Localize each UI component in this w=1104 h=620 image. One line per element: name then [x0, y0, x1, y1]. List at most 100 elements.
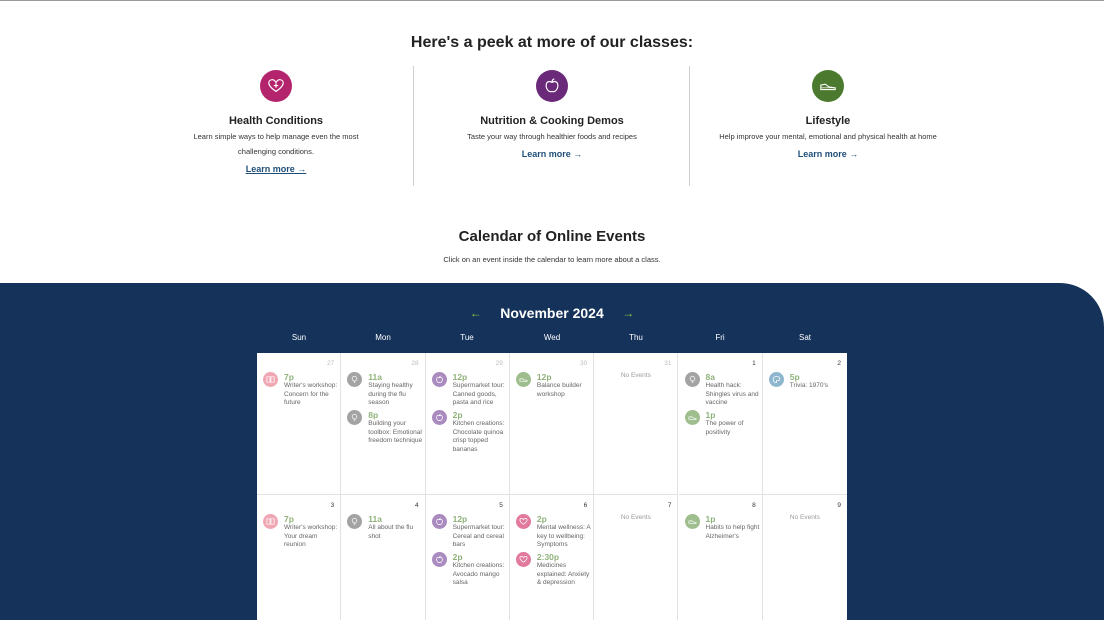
calendar-event[interactable]: 8a Health hack: Shingles virus and vaccin…	[684, 372, 761, 408]
apple-icon	[536, 70, 568, 102]
event-time: 1p	[705, 410, 716, 420]
event-time: 12p	[452, 372, 468, 382]
classes-heading: Here's a peek at more of our classes:	[410, 34, 694, 51]
calendar-event[interactable]: 2p Kitchen creations: Avocado mango salsa	[431, 552, 508, 588]
calendar-day-cell: 9 No Events	[763, 495, 847, 620]
calendar-day-cell: 7 No Events	[594, 495, 679, 620]
calendar-event[interactable]: 5p Trivia: 1970's	[768, 372, 845, 391]
calendar-day-cell: 1 8a Health hack: Shingles virus and vacci…	[678, 353, 763, 495]
calendar-event[interactable]: 1p Habits to help fight Alzheimer's	[684, 514, 761, 541]
event-title: Health hack: Shingles virus and vaccine	[705, 382, 759, 406]
weekday-sun: Sun	[291, 333, 307, 342]
prev-month-arrow-icon[interactable]: ←	[470, 306, 482, 320]
day-number: 1	[752, 360, 756, 367]
event-title: Writer's workshop: Your dream reunion	[284, 524, 338, 548]
apple-icon	[431, 514, 447, 529]
learn-more-link[interactable]: Learn more →	[522, 149, 583, 159]
calendar-day-cell: 6 2p Mental wellness: A key to wellbeing: …	[510, 495, 595, 620]
card-title: Health Conditions	[228, 115, 324, 127]
event-title: Kitchen creations: Avocado mango salsa	[452, 562, 505, 586]
event-title: Balance builder workshop	[536, 382, 582, 398]
event-time: 8p	[368, 410, 379, 420]
heart-icon	[515, 514, 531, 529]
event-time: 2p	[452, 552, 463, 562]
calendar-day-cell: 5 12p Supermarket tour: Cereal and cereal …	[426, 495, 510, 620]
calendar-day-cell: 30 12p Balance builder workshop	[509, 353, 595, 495]
event-title: Mental wellness: A key to wellbeing: Sym…	[536, 524, 591, 548]
event-time: 1p	[705, 514, 716, 524]
calendar-event[interactable]: 12p Supermarket tour: Canned goods, pasta…	[431, 372, 508, 408]
day-number: 8	[752, 502, 756, 509]
event-time: 12p	[452, 514, 468, 524]
calendar-event[interactable]: 11a All about the flu shot	[347, 514, 423, 541]
class-card-nutrition: Nutrition & Cooking Demos Taste your way…	[414, 70, 690, 162]
event-time: 2p	[452, 410, 463, 420]
calendar-event[interactable]: 12p Balance builder workshop	[515, 372, 592, 399]
weekday-tue: Tue	[460, 333, 474, 342]
calendar-day-cell: 27 7p Writer's workshop: Concern for the f…	[257, 353, 342, 495]
sneaker-icon	[684, 410, 700, 425]
event-time: 7p	[284, 514, 294, 524]
day-number: 7	[667, 502, 672, 509]
month-label: November 2024	[500, 304, 604, 321]
book-icon	[263, 372, 278, 387]
card-title: Nutrition & Cooking Demos	[480, 115, 624, 127]
event-time: 11a	[368, 514, 383, 524]
class-card-lifestyle: Lifestyle Help improve your mental, emot…	[690, 70, 966, 162]
weekday-sat: Sat	[798, 333, 811, 342]
weekday-thu: Thu	[629, 333, 643, 342]
calendar-event[interactable]: 12p Supermarket tour: Cereal and cereal b…	[431, 514, 508, 550]
event-title: Habits to help fight Alzheimer's	[705, 524, 760, 540]
heart-icon	[260, 70, 292, 102]
event-time: 8a	[705, 372, 715, 382]
event-title: All about the flu shot	[368, 524, 414, 540]
learn-more-link[interactable]: Learn more →	[798, 149, 859, 159]
apple-icon	[431, 410, 447, 425]
calendar-day-cell: 31 No Events	[594, 353, 679, 495]
weekday-wed: Wed	[543, 333, 561, 342]
card-title: Lifestyle	[805, 115, 851, 127]
day-number: 29	[495, 360, 503, 367]
lightbulb-icon	[347, 372, 363, 387]
no-events-label: No Events	[789, 514, 820, 521]
weekday-fri: Fri	[715, 333, 725, 342]
card-description: Help improve your mental, emotional and …	[719, 132, 937, 141]
calendar-event[interactable]: 7p Writer's workshop: Your dream reunion	[263, 514, 339, 550]
event-title: Trivia: 1970's	[789, 382, 829, 389]
sneaker-icon	[684, 514, 700, 529]
calendar-day-cell: 29 12p Supermarket tour: Canned goods, pas…	[425, 353, 510, 495]
learn-more-link[interactable]: Learn more →	[246, 164, 307, 174]
calendar-event[interactable]: 1p The power of positivity	[684, 410, 761, 437]
lightbulb-icon	[347, 514, 363, 529]
calendar-day-cell: 3 7p Writer's workshop: Your dream reunion	[257, 495, 342, 620]
event-title: Kitchen creations: Chocolate quinoa cris…	[452, 420, 505, 453]
apple-icon	[431, 552, 447, 567]
book-icon	[263, 514, 278, 529]
calendar-event[interactable]: 8p Building your toolbox: Emotional freed…	[347, 410, 423, 446]
apple-icon	[431, 372, 447, 387]
calendar-event[interactable]: 2:30p Medicines explained: Anxiety & depr…	[515, 552, 592, 588]
event-time: 5p	[789, 372, 800, 382]
day-number: 9	[837, 502, 841, 509]
calendar-event[interactable]: 7p Writer's workshop: Concern for the fut…	[263, 372, 339, 408]
calendar-event[interactable]: 2p Kitchen creations: Chocolate quinoa cr…	[431, 410, 508, 454]
calendar-event[interactable]: 11a Staying healthy during the flu season	[347, 372, 423, 408]
event-title: Supermarket tour: Cereal and cereal bars	[452, 524, 505, 548]
day-number: 5	[499, 502, 503, 509]
day-number: 27	[327, 360, 335, 367]
class-card-health-conditions: Health Conditions Learn simple ways to h…	[138, 70, 414, 177]
calendar-event[interactable]: 2p Mental wellness: A key to wellbeing: S…	[515, 514, 592, 550]
palette-icon	[768, 372, 784, 387]
no-events-label: No Events	[620, 372, 651, 379]
event-time: 2p	[536, 514, 547, 524]
day-number: 4	[414, 502, 419, 509]
event-time: 12p	[536, 372, 552, 382]
calendar-day-cell: 4 11a All about the flu shot	[341, 495, 426, 620]
event-title: Medicines explained: Anxiety & depressio…	[536, 562, 590, 586]
event-title: Staying healthy during the flu season	[368, 382, 413, 406]
next-month-arrow-icon[interactable]: →	[622, 306, 634, 320]
day-number: 3	[330, 502, 335, 509]
heart-icon	[515, 552, 531, 567]
calendar-heading: Calendar of Online Events	[458, 228, 646, 245]
day-number: 31	[664, 360, 672, 367]
